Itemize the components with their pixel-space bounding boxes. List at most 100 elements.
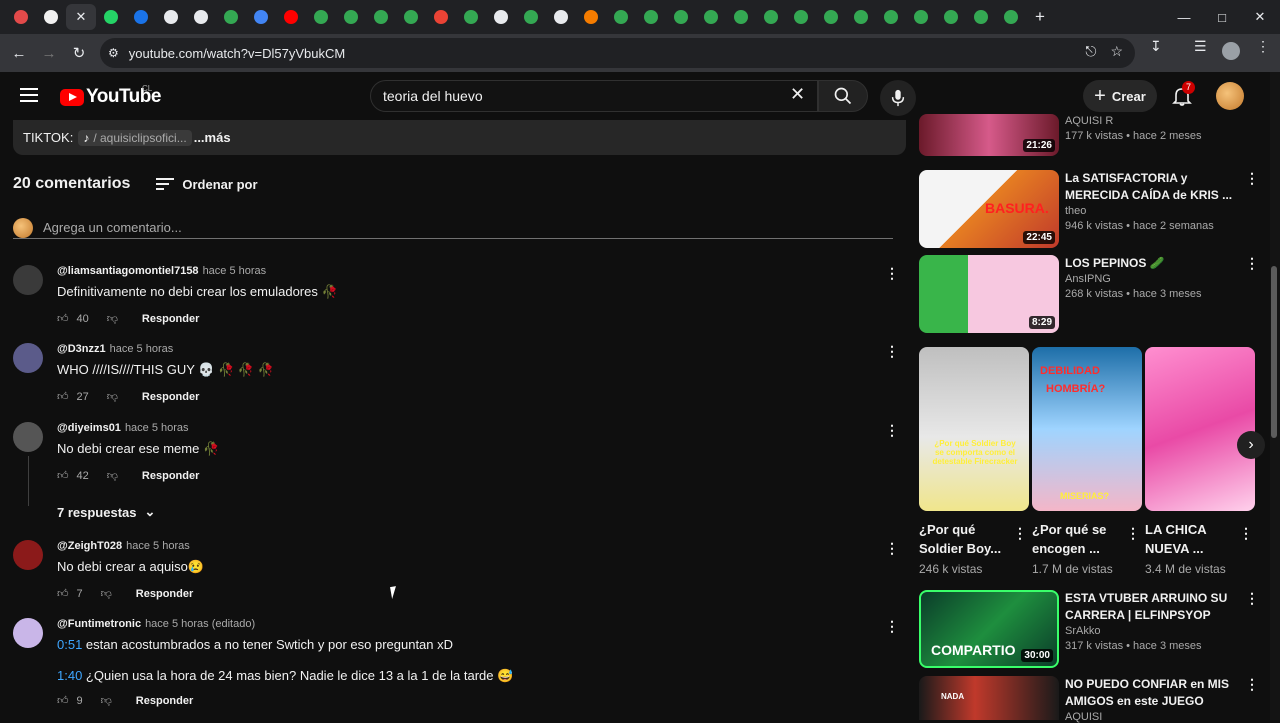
add-comment-box[interactable]: Agrega un comentario... xyxy=(13,217,893,239)
show-more-link[interactable]: ...más xyxy=(194,130,231,145)
short-title[interactable]: LA CHICA NUEVA ... xyxy=(1145,520,1235,558)
video-thumbnail[interactable]: 21:26 xyxy=(919,114,1059,156)
commenter-avatar[interactable] xyxy=(13,265,43,295)
browser-tab[interactable] xyxy=(906,4,936,30)
short-thumbnail[interactable]: ¿Por qué Soldier Boy se comporta como el… xyxy=(919,347,1029,511)
short-menu-icon[interactable]: ⋮ xyxy=(1013,525,1027,542)
browser-tab[interactable] xyxy=(606,4,636,30)
reload-icon[interactable]: ↻ xyxy=(64,38,94,68)
short-title[interactable]: ¿Por qué se encogen ... xyxy=(1032,520,1122,558)
timestamp-link[interactable]: 1:40 xyxy=(57,668,82,683)
comment-author[interactable]: @diyeims01 xyxy=(57,422,121,434)
forward-icon[interactable]: → xyxy=(34,38,64,68)
video-title[interactable]: LOS PEPINOS 🥒 xyxy=(1065,255,1240,272)
video-title[interactable]: La SATISFACTORIA y MERECIDA CAÍDA de KRI… xyxy=(1065,170,1240,204)
video-thumbnail[interactable]: NADA xyxy=(919,676,1059,720)
recommended-video[interactable]: 21:26 AQUISI R 177 k vistas • hace 2 mes… xyxy=(919,114,1261,160)
dislike-icon[interactable]: 👎︎ xyxy=(107,390,118,403)
browser-tab[interactable] xyxy=(306,4,336,30)
browser-tab[interactable] xyxy=(486,4,516,30)
comment-author[interactable]: @Funtimetronic xyxy=(57,618,141,630)
browser-tab[interactable] xyxy=(816,4,846,30)
maximize-button[interactable]: □ xyxy=(1203,0,1241,34)
voice-search-button[interactable] xyxy=(880,80,916,116)
tiktok-link[interactable]: ♪ / aquisiclipsofici... xyxy=(78,129,192,146)
view-replies-button[interactable]: 7 respuestas ⌄ xyxy=(57,504,155,520)
youtube-logo[interactable]: YouTube CL xyxy=(60,84,161,108)
commenter-avatar[interactable] xyxy=(13,422,43,452)
profile-avatar-icon[interactable] xyxy=(1222,42,1240,60)
browser-tab[interactable] xyxy=(636,4,666,30)
downloads-icon[interactable]: ↧ xyxy=(1150,38,1162,55)
create-button[interactable]: + Crear xyxy=(1083,80,1157,112)
bookmark-star-icon[interactable]: ☆ xyxy=(1110,43,1123,60)
sort-button[interactable]: Ordenar por xyxy=(156,177,258,192)
browser-tab[interactable] xyxy=(516,4,546,30)
recommended-video[interactable]: 8:29 LOS PEPINOS 🥒 AnsIPNG 268 k vistas … xyxy=(919,255,1261,335)
browser-tab[interactable] xyxy=(336,4,366,30)
video-menu-icon[interactable]: ⋮ xyxy=(1245,255,1259,272)
browser-tab[interactable] xyxy=(966,4,996,30)
video-thumbnail[interactable]: BASURA. 22:45 xyxy=(919,170,1059,248)
dislike-icon[interactable]: 👎︎ xyxy=(107,312,118,325)
guide-menu-icon[interactable] xyxy=(20,88,38,102)
recommended-video[interactable]: BASURA. 22:45 La SATISFACTORIA y MERECID… xyxy=(919,170,1261,250)
install-app-icon[interactable]: ⎋ xyxy=(1085,43,1096,60)
comment-time[interactable]: hace 5 horas (editado) xyxy=(145,618,255,630)
browser-tab[interactable] xyxy=(366,4,396,30)
comment-menu-icon[interactable]: ⋮ xyxy=(885,540,899,557)
channel-name[interactable]: AQUISI R xyxy=(1065,115,1240,127)
channel-name[interactable]: AQUISI xyxy=(1065,711,1240,723)
back-icon[interactable]: ← xyxy=(4,38,34,68)
comment-author[interactable]: @D3nzz1 xyxy=(57,343,106,355)
short-thumbnail[interactable] xyxy=(1145,347,1255,511)
video-menu-icon[interactable]: ⋮ xyxy=(1245,590,1259,607)
short-menu-icon[interactable]: ⋮ xyxy=(1126,525,1140,542)
browser-tab[interactable]: ✕ xyxy=(66,4,96,30)
clear-search-icon[interactable]: ✕ xyxy=(790,84,805,105)
reply-button[interactable]: Responder xyxy=(142,313,199,325)
browser-tab[interactable] xyxy=(786,4,816,30)
minimize-button[interactable]: — xyxy=(1165,0,1203,34)
comment-author[interactable]: @ZeighT028 xyxy=(57,540,122,552)
comment-menu-icon[interactable]: ⋮ xyxy=(885,618,899,635)
browser-tab[interactable] xyxy=(546,4,576,30)
dislike-icon[interactable]: 👎︎ xyxy=(101,694,112,707)
comment-author[interactable]: @liamsantiagomontiel7158 xyxy=(57,265,199,277)
new-tab-button[interactable]: + xyxy=(1026,4,1054,30)
browser-tab[interactable] xyxy=(666,4,696,30)
like-icon[interactable]: 👍︎ xyxy=(57,390,69,403)
recommended-video[interactable]: NADA NO PUEDO CONFIAR en MIS AMIGOS en e… xyxy=(919,676,1261,723)
commenter-avatar[interactable] xyxy=(13,540,43,570)
like-icon[interactable]: 👍︎ xyxy=(57,469,69,482)
like-icon[interactable]: 👍︎ xyxy=(57,587,69,600)
close-tab-icon[interactable]: ✕ xyxy=(76,9,87,25)
like-icon[interactable]: 👍︎ xyxy=(57,312,69,325)
reply-button[interactable]: Responder xyxy=(142,391,199,403)
site-info-icon[interactable]: ⚙ xyxy=(108,46,119,60)
browser-tab[interactable] xyxy=(186,4,216,30)
browser-tab[interactable] xyxy=(756,4,786,30)
browser-tab[interactable] xyxy=(996,4,1026,30)
reply-button[interactable]: Responder xyxy=(136,588,193,600)
dislike-icon[interactable]: 👎︎ xyxy=(101,587,112,600)
short-item[interactable]: DEBILIDAD HOMBRÍA? MISERIAS? ¿Por qué se… xyxy=(1032,347,1142,576)
browser-tab[interactable] xyxy=(246,4,276,30)
short-title[interactable]: ¿Por qué Soldier Boy... xyxy=(919,520,1009,558)
browser-tab[interactable] xyxy=(726,4,756,30)
channel-name[interactable]: AnsIPNG xyxy=(1065,273,1240,285)
search-button[interactable] xyxy=(818,80,868,112)
browser-tab[interactable] xyxy=(396,4,426,30)
browser-tab[interactable] xyxy=(846,4,876,30)
close-window-button[interactable]: ✕ xyxy=(1241,0,1279,34)
video-menu-icon[interactable]: ⋮ xyxy=(1245,170,1259,187)
browser-tab[interactable] xyxy=(456,4,486,30)
comment-time[interactable]: hace 5 horas xyxy=(126,540,190,552)
browser-tab[interactable] xyxy=(6,4,36,30)
account-avatar[interactable] xyxy=(1216,82,1244,110)
browser-tab[interactable] xyxy=(426,4,456,30)
browser-tab[interactable] xyxy=(126,4,156,30)
reply-button[interactable]: Responder xyxy=(142,470,199,482)
like-icon[interactable]: 👍︎ xyxy=(57,694,69,707)
browser-tab[interactable] xyxy=(576,4,606,30)
